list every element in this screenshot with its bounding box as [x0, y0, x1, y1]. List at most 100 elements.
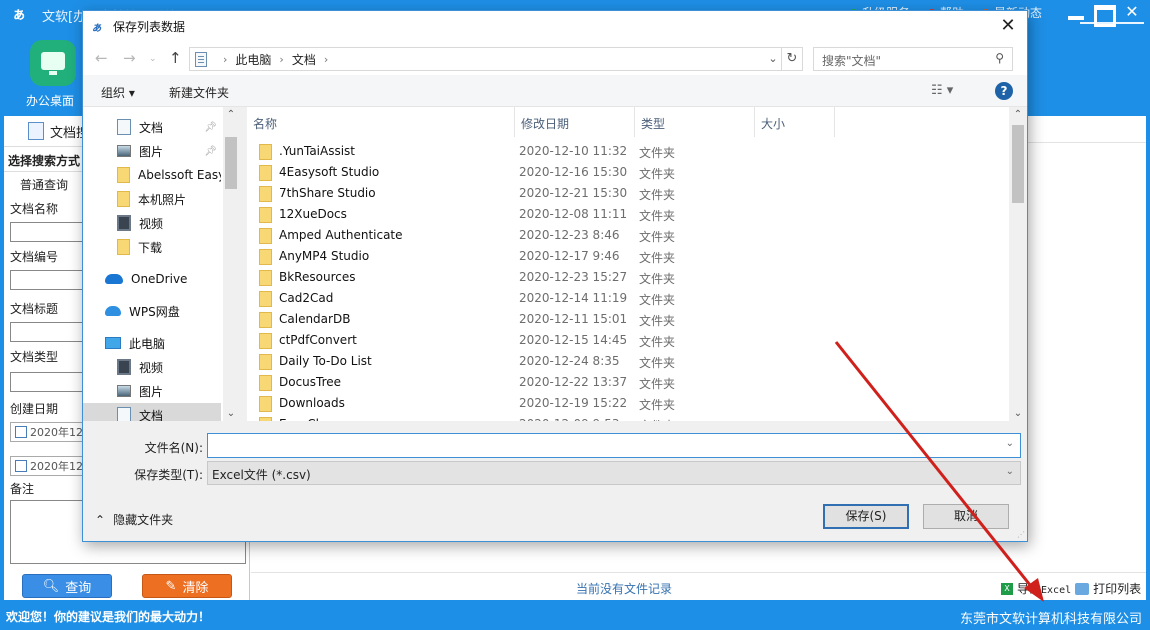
query-button[interactable]: 🔍︎ 查询 [22, 574, 112, 598]
folder-icon [259, 186, 272, 202]
nav-item[interactable]: 此电脑 [83, 331, 221, 355]
brush-icon: ✎ [165, 578, 177, 594]
up-button[interactable]: ↑ [169, 49, 182, 67]
print-list-button[interactable]: 打印列表 [1093, 580, 1141, 597]
hide-folders-toggle[interactable]: ⌃ 隐藏文件夹 [95, 511, 173, 528]
save-button[interactable]: 保存(S) [823, 504, 909, 529]
view-options-icon[interactable]: ☷ ▾ [931, 83, 953, 98]
office-desktop-button[interactable] [30, 40, 76, 86]
recent-dropdown[interactable]: ⌄ [149, 54, 157, 64]
nav-item[interactable]: 视频 [83, 355, 221, 379]
column-header-date[interactable]: 修改日期 [515, 107, 635, 137]
nav-item[interactable]: 视频 [83, 211, 221, 235]
file-row[interactable]: Amped Authenticate 2020-12-23 8:46 文件夹 [247, 225, 1007, 246]
app-close-button[interactable]: ✕ [1122, 2, 1142, 22]
nav-item-label: 文档 [139, 120, 164, 135]
forward-button[interactable]: → [123, 49, 136, 67]
file-row[interactable]: AnyMP4 Studio 2020-12-17 9:46 文件夹 [247, 246, 1007, 267]
file-modified-date: 2020-12-21 15:30 [519, 186, 628, 200]
nav-scroll-thumb[interactable] [225, 137, 237, 189]
divider [251, 572, 1146, 573]
refresh-button[interactable]: ↻ [781, 47, 803, 71]
organize-menu[interactable]: 组织 ▾ [101, 84, 135, 101]
file-row[interactable]: ctPdfConvert 2020-12-15 14:45 文件夹 [247, 330, 1007, 351]
date-from-checkbox[interactable] [15, 426, 27, 438]
breadcrumb-this-pc[interactable]: 此电脑 [235, 51, 271, 68]
nav-item-label: 图片 [139, 384, 164, 399]
file-name: Daily To-Do List [279, 354, 372, 368]
file-name: Cad2Cad [279, 291, 334, 305]
file-name: Downloads [279, 396, 345, 410]
breadcrumb-documents[interactable]: 文档 [292, 51, 316, 68]
help-icon[interactable]: ? [995, 82, 1013, 100]
nav-item[interactable]: 下载 [83, 235, 221, 259]
column-header-name[interactable]: 名称 [247, 107, 515, 137]
nav-item-label: OneDrive [131, 272, 188, 286]
minimize-button[interactable] [1066, 2, 1086, 22]
nav-scrollbar[interactable]: ⌃ ⌄ [223, 107, 239, 421]
nav-item[interactable]: WPS网盘 [83, 299, 221, 323]
filetype-select[interactable]: Excel文件 (*.csv) ⌄ [207, 461, 1021, 485]
breadcrumb-separator[interactable]: › [324, 53, 328, 66]
export-excel-button[interactable]: 导出Excel [1017, 580, 1071, 597]
file-row[interactable]: 12XueDocs 2020-12-08 11:11 文件夹 [247, 204, 1007, 225]
pin-icon[interactable]: 📌︎ [204, 146, 217, 157]
dialog-title: 保存列表数据 [113, 20, 186, 34]
folder-icon [259, 270, 272, 286]
file-scroll-thumb[interactable] [1012, 125, 1024, 203]
file-list-scrollbar[interactable]: ⌃ ⌄ [1009, 107, 1027, 421]
folder-icon [259, 291, 272, 307]
app-logo-icon: ぁ [12, 7, 26, 23]
maximize-button[interactable] [1094, 2, 1114, 22]
nav-item[interactable]: OneDrive [83, 267, 221, 291]
scroll-up-icon[interactable]: ⌃ [223, 109, 239, 120]
resize-grip[interactable]: ⋰ [1017, 530, 1025, 539]
pictures-icon [117, 385, 131, 397]
back-button[interactable]: ← [95, 49, 108, 67]
nav-item[interactable]: Abelssoft Easy [83, 163, 221, 187]
file-row[interactable]: BkResources 2020-12-23 15:27 文件夹 [247, 267, 1007, 288]
filename-input[interactable]: ⌄ [207, 433, 1021, 458]
nav-item[interactable]: 本机照片 [83, 187, 221, 211]
file-row[interactable]: DocusTree 2020-12-22 13:37 文件夹 [247, 372, 1007, 393]
file-modified-date: 2020-12-19 15:22 [519, 396, 628, 410]
file-row[interactable]: Downloads 2020-12-19 15:22 文件夹 [247, 393, 1007, 414]
scroll-up-icon[interactable]: ⌃ [1010, 109, 1026, 120]
pictures-icon [117, 145, 131, 157]
address-bar[interactable]: › 此电脑 › 文档 › [189, 47, 801, 71]
file-name: AnyMP4 Studio [279, 249, 370, 263]
folder-icon [259, 354, 272, 370]
file-row[interactable]: 4Easysoft Studio 2020-12-16 15:30 文件夹 [247, 162, 1007, 183]
scroll-down-icon[interactable]: ⌄ [223, 408, 239, 419]
address-history-dropdown[interactable]: ⌄ [763, 47, 783, 71]
column-header-size[interactable]: 大小 [755, 107, 835, 137]
file-modified-date: 2020-12-15 14:45 [519, 333, 628, 347]
dialog-close-button[interactable]: ✕ [997, 15, 1019, 37]
scroll-down-icon[interactable]: ⌄ [1010, 408, 1026, 419]
videos-icon [117, 215, 131, 231]
clear-button[interactable]: ✎ 清除 [142, 574, 232, 598]
welcome-message: 欢迎您！你的建议是我们的最大动力！ [6, 610, 211, 624]
this-pc-icon [105, 337, 121, 349]
date-to-checkbox[interactable] [15, 460, 27, 472]
file-row[interactable]: Daily To-Do List 2020-12-24 8:35 文件夹 [247, 351, 1007, 372]
new-folder-button[interactable]: 新建文件夹 [169, 84, 229, 101]
chevron-up-icon: ⌃ [95, 512, 106, 527]
search-mode-normal[interactable]: 普通查询 [20, 176, 68, 193]
file-row[interactable]: CalendarDB 2020-12-11 15:01 文件夹 [247, 309, 1007, 330]
file-row[interactable]: 7thShare Studio 2020-12-21 15:30 文件夹 [247, 183, 1007, 204]
doc-title-label: 文档标题 [10, 302, 59, 316]
navigation-bar: ← → ⌄ ↑ › 此电脑 › 文档 › ⌄ ↻ 搜索"文档" ⚲ [83, 41, 1027, 75]
nav-item[interactable]: 图片 [83, 379, 221, 403]
column-header-type[interactable]: 类型 [635, 107, 755, 137]
file-modified-date: 2020-12-24 8:35 [519, 354, 620, 368]
cancel-button[interactable]: 取消 [923, 504, 1009, 529]
file-row[interactable]: .YunTaiAssist 2020-12-10 11:32 文件夹 [247, 141, 1007, 162]
search-input[interactable]: 搜索"文档" ⚲ [813, 47, 1013, 71]
filename-dropdown-icon[interactable]: ⌄ [1006, 438, 1014, 449]
file-row[interactable]: EasyCl...2020-12-09 9:53文件夹 [247, 414, 1007, 421]
pin-icon[interactable]: 📌︎ [204, 122, 217, 133]
nav-item[interactable]: 文档 📌︎ [83, 115, 221, 139]
file-row[interactable]: Cad2Cad 2020-12-14 11:19 文件夹 [247, 288, 1007, 309]
nav-item[interactable]: 图片 📌︎ [83, 139, 221, 163]
